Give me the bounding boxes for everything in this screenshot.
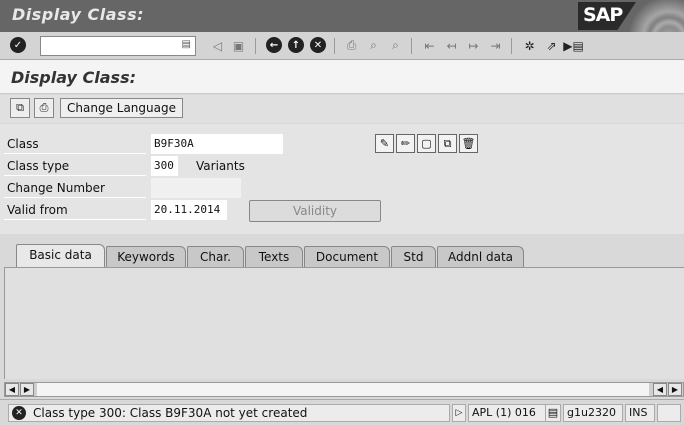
header-form: Class B9F30A Class type 300 Variants Cha…: [0, 124, 684, 234]
back-icon[interactable]: ◁: [208, 36, 227, 55]
print-icon[interactable]: ⎙: [342, 36, 361, 55]
tab-char[interactable]: Char.: [187, 246, 244, 268]
page-title-bar: Display Class:: [0, 60, 684, 94]
tab-document[interactable]: Document: [304, 246, 390, 268]
toolbar-separator: [411, 38, 412, 54]
system-toolbar: ✓ ▤ ◁ ▣ ← ↑ ✕ ⎙ ⌕ ⌕ ⇤ ↤ ↦ ⇥ ✲ ⇗ ▶▤: [0, 32, 684, 60]
change-language-button[interactable]: Change Language: [60, 98, 183, 118]
class-type-field[interactable]: 300: [151, 156, 178, 176]
server-name: g1u2320: [563, 404, 623, 422]
tab-basic-data[interactable]: Basic data: [16, 244, 105, 269]
toolbar-separator: [255, 38, 256, 54]
next-page-icon[interactable]: ↦: [464, 36, 483, 55]
command-field-history-icon[interactable]: ▤: [182, 39, 191, 50]
class-type-description: Variants: [196, 159, 245, 173]
status-end-icon: [657, 404, 681, 422]
window-title: Display Class:: [12, 5, 144, 24]
class-field[interactable]: B9F30A: [151, 134, 283, 154]
change-number-label: Change Number: [4, 178, 146, 198]
class-type-label: Class type: [4, 156, 146, 176]
status-expand-icon[interactable]: ▷: [452, 404, 466, 422]
status-message-text: Class type 300: Class B9F30A not yet cre…: [33, 406, 308, 420]
scroll-right-icon[interactable]: ▶: [20, 383, 34, 396]
last-page-icon[interactable]: ⇥: [486, 36, 505, 55]
change-number-field[interactable]: [151, 178, 241, 198]
valid-from-label: Valid from: [4, 200, 146, 220]
other-class-icon[interactable]: ⧉: [10, 98, 30, 118]
copy-icon[interactable]: ⧉: [438, 134, 457, 153]
scroll-left-icon[interactable]: ◀: [5, 383, 19, 396]
tab-texts[interactable]: Texts: [245, 246, 303, 268]
scroll-left-end-icon[interactable]: ◀: [653, 383, 667, 396]
toolbar-separator: [334, 38, 335, 54]
back-nav-icon[interactable]: ←: [266, 37, 282, 53]
valid-from-field[interactable]: 20.11.2014: [151, 200, 227, 220]
application-toolbar: ⧉ ⎙ Change Language: [0, 95, 684, 123]
shortcut-icon[interactable]: ⇗: [542, 36, 561, 55]
status-message[interactable]: ✕ Class type 300: Class B9F30A not yet c…: [8, 404, 450, 422]
validity-button[interactable]: Validity: [249, 200, 381, 222]
find-icon[interactable]: ⌕: [364, 36, 383, 55]
enter-icon[interactable]: ✓: [10, 37, 26, 53]
system-info-dropdown-icon[interactable]: ▤: [545, 404, 561, 422]
find-next-icon[interactable]: ⌕: [386, 36, 405, 55]
help-icon[interactable]: ▶▤: [563, 36, 584, 55]
class-label: Class: [4, 134, 146, 154]
exit-icon[interactable]: ↑: [288, 37, 304, 53]
create-icon[interactable]: ▢: [417, 134, 436, 153]
new-session-icon[interactable]: ✲: [520, 36, 539, 55]
save-icon[interactable]: ▣: [229, 36, 248, 55]
tab-addnl-data[interactable]: Addnl data: [437, 246, 524, 268]
error-icon: ✕: [12, 406, 26, 420]
cancel-icon[interactable]: ✕: [310, 37, 326, 53]
title-bar: Display Class: SAP: [0, 0, 684, 62]
sap-window: Display Class: SAP ✓ ▤ ◁ ▣ ← ↑ ✕ ⎙ ⌕ ⌕ ⇤…: [0, 0, 684, 425]
display-change-icon[interactable]: ✎: [375, 134, 394, 153]
scrollbar-track[interactable]: [37, 383, 649, 396]
tab-std[interactable]: Std: [391, 246, 436, 268]
tab-content-panel: [4, 267, 684, 379]
command-field[interactable]: ▤: [40, 36, 196, 56]
toolbar-separator: [511, 38, 512, 54]
status-bar: ✕ Class type 300: Class B9F30A not yet c…: [0, 399, 684, 425]
page-title: Display Class:: [11, 68, 136, 87]
tab-keywords[interactable]: Keywords: [106, 246, 186, 268]
prev-page-icon[interactable]: ↤: [442, 36, 461, 55]
delete-icon[interactable]: 🗑: [459, 134, 478, 153]
tab-strip: Basic data Keywords Char. Texts Document…: [0, 244, 684, 269]
system-info: APL (1) 016: [468, 404, 546, 422]
insert-mode[interactable]: INS: [625, 404, 655, 422]
print-class-icon[interactable]: ⎙: [34, 98, 54, 118]
edit-icon[interactable]: ✏: [396, 134, 415, 153]
horizontal-scrollbar[interactable]: ◀ ▶ ◀ ▶: [4, 382, 684, 397]
first-page-icon[interactable]: ⇤: [420, 36, 439, 55]
scroll-right-end-icon[interactable]: ▶: [668, 383, 682, 396]
